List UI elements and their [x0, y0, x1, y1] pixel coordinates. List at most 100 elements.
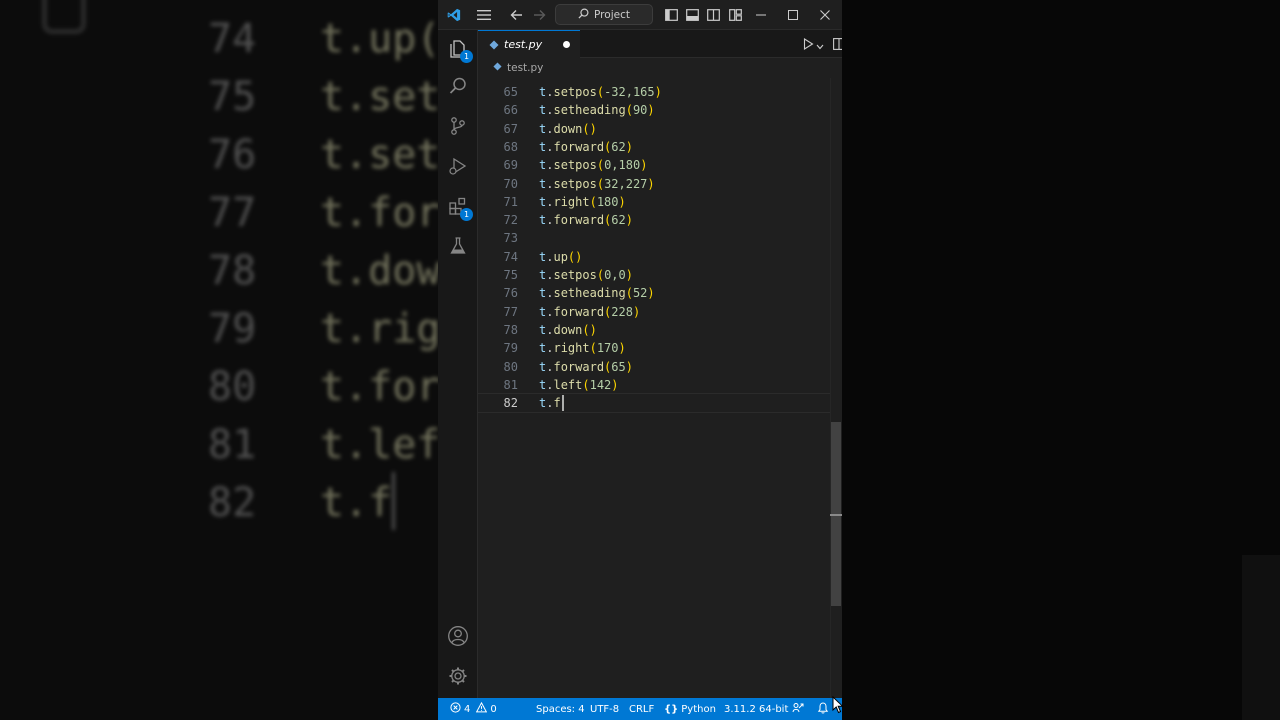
code-line[interactable]: 82 t.f	[478, 393, 831, 414]
code-line[interactable]: 76 t.setheading(52)	[478, 284, 830, 302]
code-line[interactable]: 81 t.left(142)	[478, 376, 830, 394]
close-icon[interactable]	[812, 0, 838, 30]
code-line[interactable]: 70 t.setpos(32,227)	[478, 175, 830, 193]
token-function: forward	[553, 304, 605, 319]
token-argument: -32,165	[604, 85, 655, 99]
code-text: t.f	[539, 394, 561, 412]
back-arrow-icon[interactable]	[504, 0, 528, 30]
token-close-paren: )	[625, 139, 633, 154]
gear-icon	[447, 665, 469, 691]
interpreter-indicator[interactable]: 3.11.2 64-bit	[724, 698, 788, 720]
line-number: 75	[503, 268, 518, 282]
error-icon	[450, 702, 461, 716]
extensions-button[interactable]: 1	[438, 188, 478, 228]
toggle-panel-icon[interactable]	[683, 0, 701, 30]
run-options-button[interactable]	[813, 30, 827, 58]
split-editor-button[interactable]	[830, 30, 842, 58]
code-line[interactable]: 73	[478, 229, 830, 247]
language-indicator[interactable]: {} Python	[664, 698, 716, 720]
search-icon	[578, 8, 589, 22]
code-line[interactable]: 77 t.forward(228)	[478, 303, 830, 321]
notifications-button[interactable]	[817, 698, 829, 720]
token-close-paren: )	[640, 158, 648, 173]
code-line[interactable]: 67 t.down()	[478, 120, 830, 138]
code-line[interactable]: 80 t.forward(65)	[478, 358, 830, 376]
code-line[interactable]: 74 t.up()	[478, 248, 830, 266]
code-text: t.forward(228)	[539, 303, 640, 321]
line-number: 66	[503, 103, 518, 118]
run-debug-button[interactable]	[438, 148, 478, 188]
blurred-code-text: t.up(	[320, 16, 441, 62]
menu-icon[interactable]	[472, 0, 496, 30]
tab-label: test.py	[504, 38, 543, 51]
search-view-button[interactable]	[438, 68, 478, 108]
code-line[interactable]: 75 t.setpos(0,0)	[478, 266, 830, 284]
forward-arrow-icon[interactable]	[527, 0, 551, 30]
feedback-icon	[792, 702, 804, 717]
code-line[interactable]: 71 t.right(180)	[478, 193, 830, 211]
token-argument: 228	[611, 304, 633, 319]
code-line[interactable]: 72 t.forward(62)	[478, 211, 830, 229]
warning-icon	[476, 701, 488, 716]
token-close-paren: )	[647, 176, 655, 191]
toggle-primary-sidebar-icon[interactable]	[662, 0, 680, 30]
code-editor[interactable]: 65 t.setpos(-32,165) 66 t.setheading(90) 67 t…	[478, 74, 842, 698]
token-function: forward	[553, 359, 605, 374]
interpreter-label: 3.11.2 64-bit	[724, 703, 789, 715]
code-line[interactable]: 69 t.setpos(0,180)	[478, 156, 830, 174]
token-function: forward	[553, 139, 605, 154]
code-text: t.right(170)	[539, 339, 626, 357]
command-center-search[interactable]: Project	[555, 4, 653, 25]
token-argument: 32,227	[604, 176, 648, 191]
line-number: 67	[503, 121, 518, 136]
token-open-paren: (	[596, 158, 605, 173]
code-line[interactable]: 79 t.right(170)	[478, 339, 830, 357]
line-number: 77	[503, 304, 518, 319]
python-file-icon	[493, 62, 502, 74]
flask-icon	[448, 236, 468, 260]
token-close-paren: )	[625, 268, 633, 282]
explorer-badge: 1	[460, 50, 473, 63]
language-label: Python	[681, 703, 716, 715]
blurred-line-number: 80	[208, 364, 257, 410]
line-number: 73	[503, 231, 518, 246]
line-number: 76	[503, 286, 518, 301]
accounts-button[interactable]	[438, 618, 478, 658]
braces-icon: {}	[664, 703, 679, 715]
token-function: down	[553, 121, 583, 136]
token-open-paren: (	[582, 121, 590, 136]
tab-test-py[interactable]: test.py	[478, 30, 580, 58]
code-text: t.left(142)	[539, 376, 619, 394]
source-control-button[interactable]	[438, 108, 478, 148]
maximize-icon[interactable]	[780, 0, 806, 30]
indentation-indicator[interactable]: Spaces: 4	[536, 698, 585, 720]
token-close-paren: )	[632, 304, 641, 319]
token-argument: 142	[589, 377, 612, 392]
problems-indicator[interactable]: 4 0	[450, 698, 497, 720]
token-function: right	[553, 194, 590, 209]
token-open-paren: (	[582, 322, 590, 337]
minimize-icon[interactable]	[748, 0, 774, 30]
testing-button[interactable]	[438, 228, 478, 268]
code-text: t.right(180)	[539, 193, 626, 211]
toggle-secondary-sidebar-icon[interactable]	[704, 0, 722, 30]
split-editor-icon	[833, 35, 842, 54]
blurred-code-text: t.dow	[320, 248, 441, 294]
line-number: 69	[503, 158, 518, 173]
code-line[interactable]: 65 t.setpos(-32,165)	[478, 83, 830, 101]
manage-button[interactable]	[438, 658, 478, 698]
unsaved-dot-icon[interactable]	[563, 41, 570, 48]
customize-layout-icon[interactable]	[726, 0, 744, 30]
code-line[interactable]: 66 t.setheading(90)	[478, 101, 830, 119]
background-right-panel	[842, 0, 1280, 720]
token-close-paren: )	[611, 377, 619, 392]
encoding-indicator[interactable]: UTF-8	[590, 698, 619, 720]
explorer-button[interactable]: 1	[438, 30, 478, 70]
breadcrumb-file[interactable]: test.py	[507, 62, 543, 74]
blurred-line-number: 76	[208, 132, 257, 178]
code-line[interactable]: 78 t.down()	[478, 321, 830, 339]
code-text: t.setpos(0,180)	[539, 156, 647, 174]
feedback-button[interactable]	[792, 698, 804, 720]
eol-indicator[interactable]: CRLF	[629, 698, 654, 720]
code-line[interactable]: 68 t.forward(62)	[478, 138, 830, 156]
